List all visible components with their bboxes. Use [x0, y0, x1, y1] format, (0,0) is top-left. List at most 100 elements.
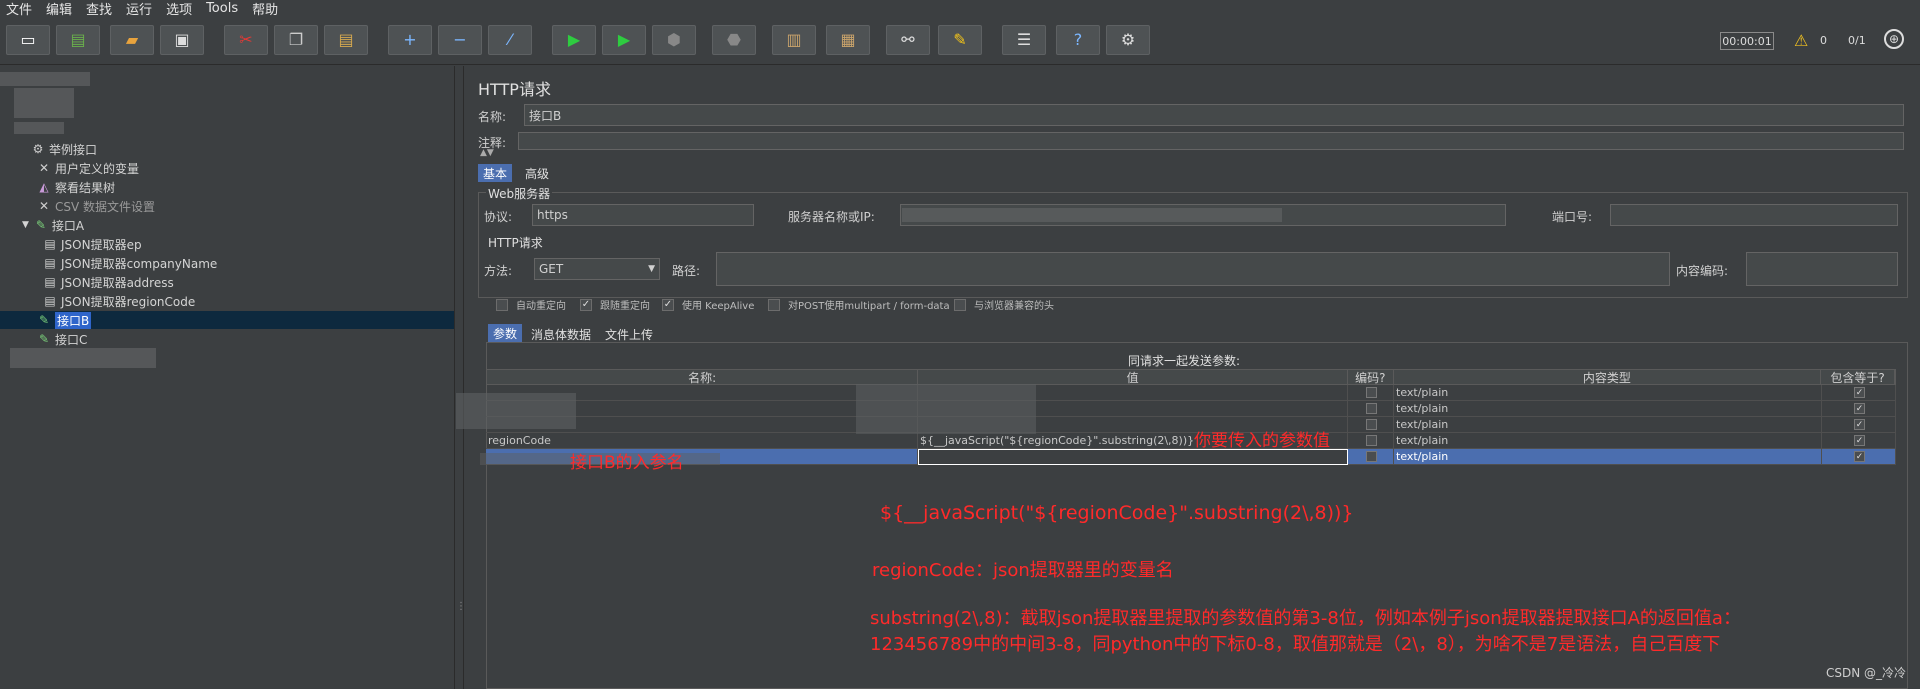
- cell-include-equals[interactable]: ✓: [1822, 449, 1896, 465]
- chevron-down-icon: ▼: [648, 264, 655, 274]
- expander-icon[interactable]: ▼: [22, 220, 29, 230]
- cell-content-type[interactable]: text/plain: [1394, 385, 1822, 401]
- protocol-input[interactable]: https: [532, 204, 754, 226]
- search-button[interactable]: ⚯: [886, 25, 930, 55]
- cell-content-type[interactable]: text/plain: [1394, 401, 1822, 417]
- cell-content-type[interactable]: text/plain: [1394, 449, 1822, 465]
- table-row[interactable]: text/plain ✓: [486, 401, 1896, 417]
- checkbox-box: [1366, 451, 1377, 462]
- cell-encode[interactable]: [1348, 449, 1394, 465]
- toggle-button[interactable]: ⁄: [488, 25, 532, 55]
- menu-run[interactable]: 运行: [126, 0, 152, 18]
- cell-include-equals[interactable]: ✓: [1822, 433, 1896, 449]
- shutdown-button[interactable]: ⬣: [712, 25, 756, 55]
- tab-advanced[interactable]: 高级: [520, 164, 554, 182]
- cell-content-type[interactable]: text/plain: [1394, 433, 1822, 449]
- tree-node-label: 接口A: [51, 218, 85, 233]
- tree-node-label: JSON提取器address: [61, 275, 174, 290]
- start-no-pause-button[interactable]: ▶: [602, 25, 646, 55]
- encoding-input[interactable]: [1746, 252, 1898, 286]
- checkbox-auto-redirect[interactable]: 自动重定向: [496, 297, 566, 312]
- tab-body-data[interactable]: 消息体数据: [526, 325, 596, 343]
- path-input[interactable]: [716, 252, 1670, 286]
- cut-button[interactable]: ✂: [224, 25, 268, 55]
- reset-search-button[interactable]: ✎: [938, 25, 982, 55]
- tree-node-json-company[interactable]: ▤ JSON提取器companyName: [42, 254, 217, 272]
- table-row[interactable]: text/plain ✓: [486, 385, 1896, 401]
- cell-include-equals[interactable]: ✓: [1822, 417, 1896, 433]
- tree-node-csv[interactable]: ✕ CSV 数据文件设置: [36, 197, 155, 215]
- tab-basic[interactable]: 基本: [478, 164, 513, 182]
- collapse-button[interactable]: −: [438, 25, 482, 55]
- paste-button[interactable]: ▤: [324, 25, 368, 55]
- remote-globe-icon[interactable]: ⊕: [1884, 29, 1904, 49]
- column-header-name[interactable]: 名称:: [487, 370, 919, 385]
- tree-node-label: JSON提取器regionCode: [61, 294, 196, 309]
- tree-node-testplan[interactable]: ⚙ 举例接口: [30, 140, 97, 158]
- check-icon: ✓: [1854, 387, 1865, 398]
- column-header-content-type[interactable]: 内容类型: [1394, 370, 1822, 385]
- cell-encode[interactable]: [1348, 433, 1394, 449]
- tree-node-json-ep[interactable]: ▤ JSON提取器ep: [42, 235, 141, 253]
- clear-all-button[interactable]: ▦: [826, 25, 870, 55]
- remote-button[interactable]: ⚙: [1106, 25, 1150, 55]
- tree-node-label: 用户定义的变量: [55, 161, 140, 176]
- split-divider[interactable]: ⋮: [455, 66, 466, 689]
- check-icon: ✓: [1854, 451, 1865, 462]
- checkbox-follow-redirect[interactable]: ✓ 跟随重定向: [580, 297, 650, 312]
- help-button[interactable]: ?: [1056, 25, 1100, 55]
- menu-file[interactable]: 文件: [6, 0, 32, 18]
- annotation-expression: ${__javaScript("${regionCode}".substring…: [880, 502, 1354, 524]
- stop-button[interactable]: ⬢: [652, 25, 696, 55]
- menu-bar: 文件 编辑 查找 运行 选项 Tools 帮助: [0, 0, 1920, 18]
- checkbox-browser-headers[interactable]: 与浏览器兼容的头: [954, 297, 1054, 312]
- clear-button[interactable]: ▥: [772, 25, 816, 55]
- menu-options[interactable]: 选项: [166, 0, 192, 18]
- start-button[interactable]: ▶: [552, 25, 596, 55]
- copy-button[interactable]: ❐: [274, 25, 318, 55]
- menu-tools[interactable]: Tools: [206, 1, 238, 16]
- comment-input[interactable]: [518, 132, 1904, 150]
- templates-button[interactable]: ▤: [56, 25, 100, 55]
- save-button[interactable]: ▣: [160, 25, 204, 55]
- tab-file-upload[interactable]: 文件上传: [600, 325, 658, 343]
- tree-node-api-c[interactable]: ✎ 接口C: [36, 330, 87, 348]
- function-helper-button[interactable]: ☰: [1002, 25, 1046, 55]
- table-row[interactable]: text/plain ✓: [486, 417, 1896, 433]
- checkbox-multipart[interactable]: 对POST使用multipart / form-data: [768, 297, 950, 312]
- vertical-scrollbar[interactable]: [1908, 66, 1920, 689]
- tree-node-user-vars[interactable]: ✕ 用户定义的变量: [36, 159, 139, 177]
- cell-encode[interactable]: [1348, 401, 1394, 417]
- menu-search[interactable]: 查找: [86, 0, 112, 18]
- tree-node-api-b[interactable]: ✎ 接口B: [0, 311, 454, 329]
- cell-name[interactable]: regionCode: [486, 433, 918, 449]
- collapse-arrows-icon[interactable]: ▲▼: [480, 148, 494, 158]
- cell-content-type[interactable]: text/plain: [1394, 417, 1822, 433]
- name-input[interactable]: 接口B: [524, 104, 1904, 126]
- cell-encode[interactable]: [1348, 385, 1394, 401]
- column-header-encode[interactable]: 编码?: [1348, 370, 1394, 385]
- cell-include-equals[interactable]: ✓: [1822, 401, 1896, 417]
- cell-encode[interactable]: [1348, 417, 1394, 433]
- cell-include-equals[interactable]: ✓: [1822, 385, 1896, 401]
- checkbox-keepalive[interactable]: ✓ 使用 KeepAlive: [662, 297, 754, 312]
- tree-node-result-tree[interactable]: ◭ 察看结果树: [36, 178, 115, 196]
- expand-button[interactable]: +: [388, 25, 432, 55]
- tree-node-api-a[interactable]: ▼ ✎ 接口A: [22, 216, 84, 234]
- menu-help[interactable]: 帮助: [252, 0, 278, 18]
- tree-node-json-address[interactable]: ▤ JSON提取器address: [42, 273, 174, 291]
- tree-node-json-regioncode[interactable]: ▤ JSON提取器regionCode: [42, 292, 195, 310]
- warning-icon[interactable]: ⚠: [1794, 31, 1808, 50]
- new-button[interactable]: ▭: [6, 25, 50, 55]
- panel-title: HTTP请求: [478, 80, 551, 99]
- table-row[interactable]: regionCode ${__javaScript("${regionCode}…: [486, 433, 1896, 449]
- column-header-include-equals[interactable]: 包含等于?: [1821, 370, 1895, 385]
- port-input[interactable]: [1610, 204, 1898, 226]
- tab-parameters[interactable]: 参数: [488, 324, 523, 342]
- menu-edit[interactable]: 编辑: [46, 0, 72, 18]
- start-icon: ▶: [567, 30, 581, 49]
- method-select[interactable]: GET ▼: [534, 258, 660, 280]
- open-button[interactable]: ▰: [110, 25, 154, 55]
- cell-value-editing[interactable]: [918, 449, 1348, 465]
- column-header-value[interactable]: 值: [918, 370, 1348, 385]
